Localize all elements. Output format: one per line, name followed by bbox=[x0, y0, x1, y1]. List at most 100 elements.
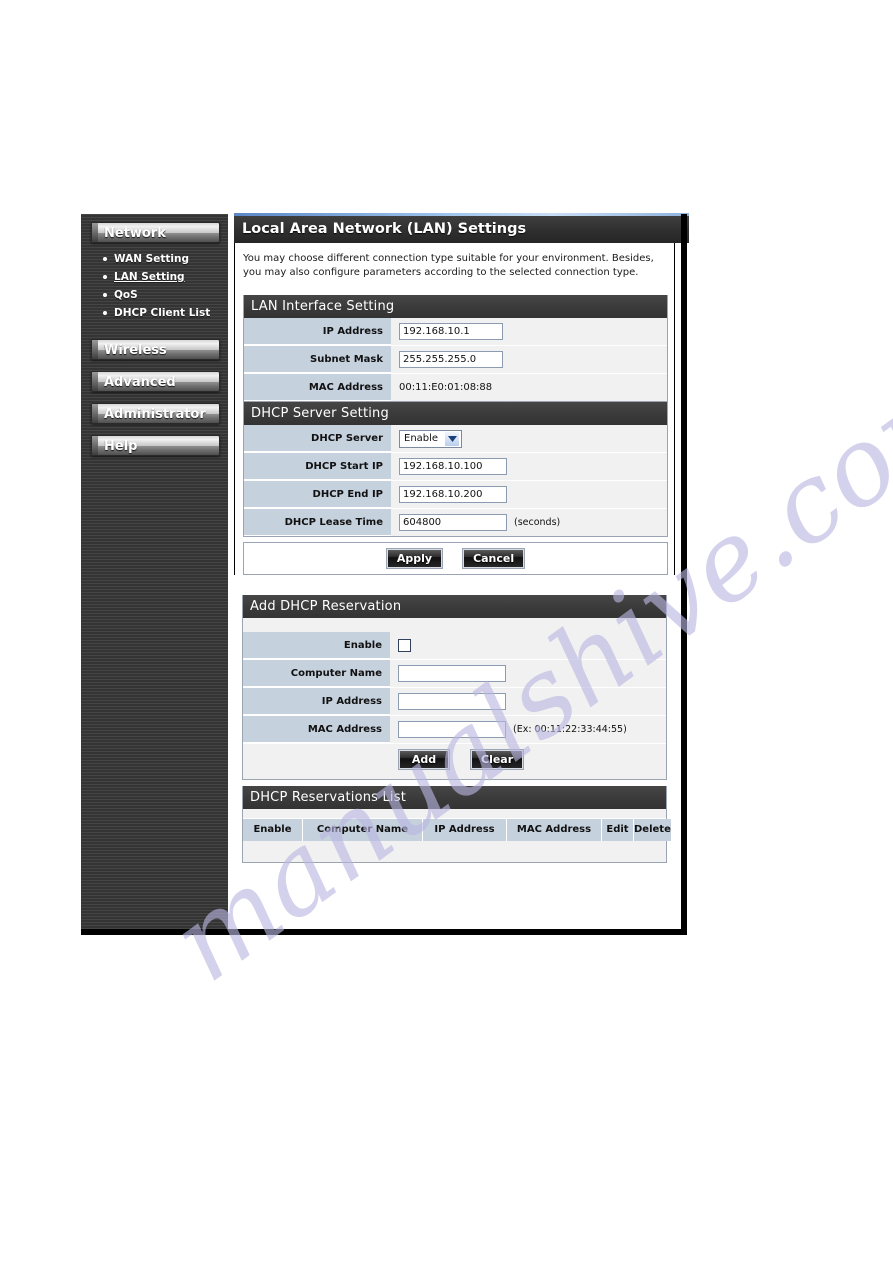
sidebar-item-dhcp-client-list[interactable]: DHCP Client List bbox=[103, 304, 228, 322]
dhcp-lease-time-unit: (seconds) bbox=[514, 517, 561, 528]
page-bottom-border bbox=[81, 929, 687, 935]
sidebar-item-wireless[interactable]: Wireless bbox=[91, 339, 220, 360]
row-dhcp-lease-time: DHCP Lease Time (seconds) bbox=[244, 509, 667, 536]
dhcp-server-panel-wrap: DHCP Server Setting DHCP Server Enable D… bbox=[234, 402, 675, 575]
reservation-mac-address-input[interactable] bbox=[398, 721, 506, 738]
add-button[interactable]: Add bbox=[399, 750, 449, 769]
row-reservation-enable: Enable bbox=[243, 632, 666, 660]
apply-button[interactable]: Apply bbox=[386, 549, 443, 568]
sidebar-item-wan-setting-label: WAN Setting bbox=[114, 253, 189, 265]
reservation-ip-address-input[interactable] bbox=[398, 693, 506, 710]
add-reservation-section: Add DHCP Reservation Enable Computer Nam… bbox=[242, 595, 667, 780]
column-header-edit: Edit bbox=[602, 819, 634, 841]
form-action-bar: Apply Cancel bbox=[243, 542, 668, 575]
reservation-computer-name-value-cell bbox=[390, 660, 666, 687]
dhcp-end-ip-label: DHCP End IP bbox=[244, 481, 391, 508]
lan-interface-panel-wrap: LAN Interface Setting IP Address Subnet … bbox=[234, 286, 675, 402]
sidebar-item-advanced-label: Advanced bbox=[104, 375, 176, 390]
column-header-ip-address: IP Address bbox=[423, 819, 507, 841]
content-inner: Local Area Network (LAN) Settings You ma… bbox=[228, 213, 689, 871]
add-reservation-body: Enable Computer Name IP Address MAC Addr… bbox=[243, 618, 666, 779]
sidebar-item-lan-setting-label: LAN Setting bbox=[114, 271, 185, 283]
mac-address-value: 00:11:E0:01:08:88 bbox=[399, 382, 493, 393]
clear-button[interactable]: Clear bbox=[471, 750, 524, 769]
dhcp-end-ip-value-cell bbox=[391, 481, 667, 508]
sidebar-item-administrator[interactable]: Administrator bbox=[91, 403, 220, 424]
reservations-list-section: DHCP Reservations List Enable Computer N… bbox=[242, 786, 671, 863]
intro-box: You may choose different connection type… bbox=[234, 243, 675, 286]
reservations-list-body: Enable Computer Name IP Address MAC Addr… bbox=[243, 809, 671, 862]
sidebar-item-administrator-label: Administrator bbox=[104, 407, 206, 422]
row-ip-address: IP Address bbox=[244, 318, 667, 346]
mac-address-label: MAC Address bbox=[244, 374, 391, 401]
sidebar: Network WAN Setting LAN Setting QoS DHCP… bbox=[81, 214, 228, 935]
dhcp-server-value-cell: Enable bbox=[391, 425, 667, 452]
subnet-mask-value-cell bbox=[391, 346, 667, 373]
add-reservation-heading: Add DHCP Reservation bbox=[243, 595, 666, 618]
row-mac-address: MAC Address 00:11:E0:01:08:88 bbox=[244, 374, 667, 401]
add-reservation-panel-wrap: Add DHCP Reservation Enable Computer Nam… bbox=[234, 595, 675, 780]
row-reservation-ip-address: IP Address bbox=[243, 688, 666, 716]
subnet-mask-label: Subnet Mask bbox=[244, 346, 391, 373]
reservation-enable-value-cell bbox=[390, 632, 666, 659]
sidebar-item-network[interactable]: Network bbox=[91, 222, 220, 243]
reservation-enable-checkbox[interactable] bbox=[398, 639, 411, 652]
reservation-computer-name-label: Computer Name bbox=[243, 660, 390, 687]
reservation-ip-address-label: IP Address bbox=[243, 688, 390, 715]
router-admin-page: Network WAN Setting LAN Setting QoS DHCP… bbox=[81, 213, 689, 935]
row-dhcp-server: DHCP Server Enable bbox=[244, 425, 667, 453]
sidebar-item-qos[interactable]: QoS bbox=[103, 286, 228, 304]
ip-address-label: IP Address bbox=[244, 318, 391, 345]
sidebar-item-help[interactable]: Help bbox=[91, 435, 220, 456]
row-dhcp-start-ip: DHCP Start IP bbox=[244, 453, 667, 481]
chevron-down-icon[interactable] bbox=[444, 430, 461, 447]
mac-address-value-cell: 00:11:E0:01:08:88 bbox=[391, 374, 667, 401]
dhcp-lease-time-value-cell: (seconds) bbox=[391, 509, 667, 536]
column-header-mac-address: MAC Address bbox=[507, 819, 602, 841]
dhcp-server-select[interactable]: Enable bbox=[399, 429, 463, 448]
reservation-enable-label: Enable bbox=[243, 632, 390, 659]
column-header-delete: Delete bbox=[634, 819, 671, 841]
lan-interface-section: LAN Interface Setting IP Address Subnet … bbox=[243, 295, 668, 402]
column-header-computer-name: Computer Name bbox=[303, 819, 423, 841]
reservations-list-panel-wrap: DHCP Reservations List Enable Computer N… bbox=[234, 786, 675, 871]
intro-text: You may choose different connection type… bbox=[243, 253, 654, 278]
add-reservation-top-spacer bbox=[243, 618, 666, 632]
dhcp-server-section: DHCP Server Setting DHCP Server Enable D… bbox=[243, 402, 668, 537]
page-right-border bbox=[681, 214, 687, 935]
row-dhcp-end-ip: DHCP End IP bbox=[244, 481, 667, 509]
add-reservation-action-row: Add Clear bbox=[243, 744, 666, 779]
content-area: Local Area Network (LAN) Settings You ma… bbox=[228, 213, 689, 935]
dhcp-end-ip-input[interactable] bbox=[399, 486, 507, 503]
dhcp-start-ip-value-cell bbox=[391, 453, 667, 480]
sidebar-item-qos-label: QoS bbox=[114, 289, 138, 301]
dhcp-start-ip-label: DHCP Start IP bbox=[244, 453, 391, 480]
sidebar-item-lan-setting[interactable]: LAN Setting bbox=[103, 268, 228, 286]
reservations-table-empty-body bbox=[243, 841, 666, 862]
sidebar-item-wan-setting[interactable]: WAN Setting bbox=[103, 250, 228, 268]
row-reservation-mac-address: MAC Address (Ex: 00:11:22:33:44:55) bbox=[243, 716, 666, 744]
reservations-list-heading: DHCP Reservations List bbox=[243, 786, 666, 809]
lan-interface-heading: LAN Interface Setting bbox=[244, 295, 667, 318]
dhcp-start-ip-input[interactable] bbox=[399, 458, 507, 475]
row-subnet-mask: Subnet Mask bbox=[244, 346, 667, 374]
dhcp-server-heading: DHCP Server Setting bbox=[244, 402, 667, 425]
sidebar-item-network-label: Network bbox=[104, 226, 166, 241]
sidebar-item-advanced[interactable]: Advanced bbox=[91, 371, 220, 392]
reservation-computer-name-input[interactable] bbox=[398, 665, 506, 682]
reservation-ip-address-value-cell bbox=[390, 688, 666, 715]
page-title: Local Area Network (LAN) Settings bbox=[242, 221, 527, 237]
dhcp-lease-time-input[interactable] bbox=[399, 514, 507, 531]
column-header-enable: Enable bbox=[243, 819, 303, 841]
subnet-mask-input[interactable] bbox=[399, 351, 503, 368]
ip-address-input[interactable] bbox=[399, 323, 503, 340]
panel-gap bbox=[228, 575, 670, 595]
dhcp-server-body: DHCP Server Enable DHCP Start IP 192.168… bbox=[244, 425, 667, 536]
reservation-mac-address-hint: (Ex: 00:11:22:33:44:55) bbox=[513, 724, 627, 735]
reservation-mac-address-value-cell: (Ex: 00:11:22:33:44:55) bbox=[390, 716, 666, 743]
reservations-table-header: Enable Computer Name IP Address MAC Addr… bbox=[243, 818, 671, 841]
sidebar-item-dhcp-client-list-label: DHCP Client List bbox=[114, 307, 211, 319]
dhcp-lease-time-label: DHCP Lease Time bbox=[244, 509, 391, 536]
cancel-button[interactable]: Cancel bbox=[463, 549, 525, 568]
page-titlebar: Local Area Network (LAN) Settings bbox=[234, 213, 689, 243]
